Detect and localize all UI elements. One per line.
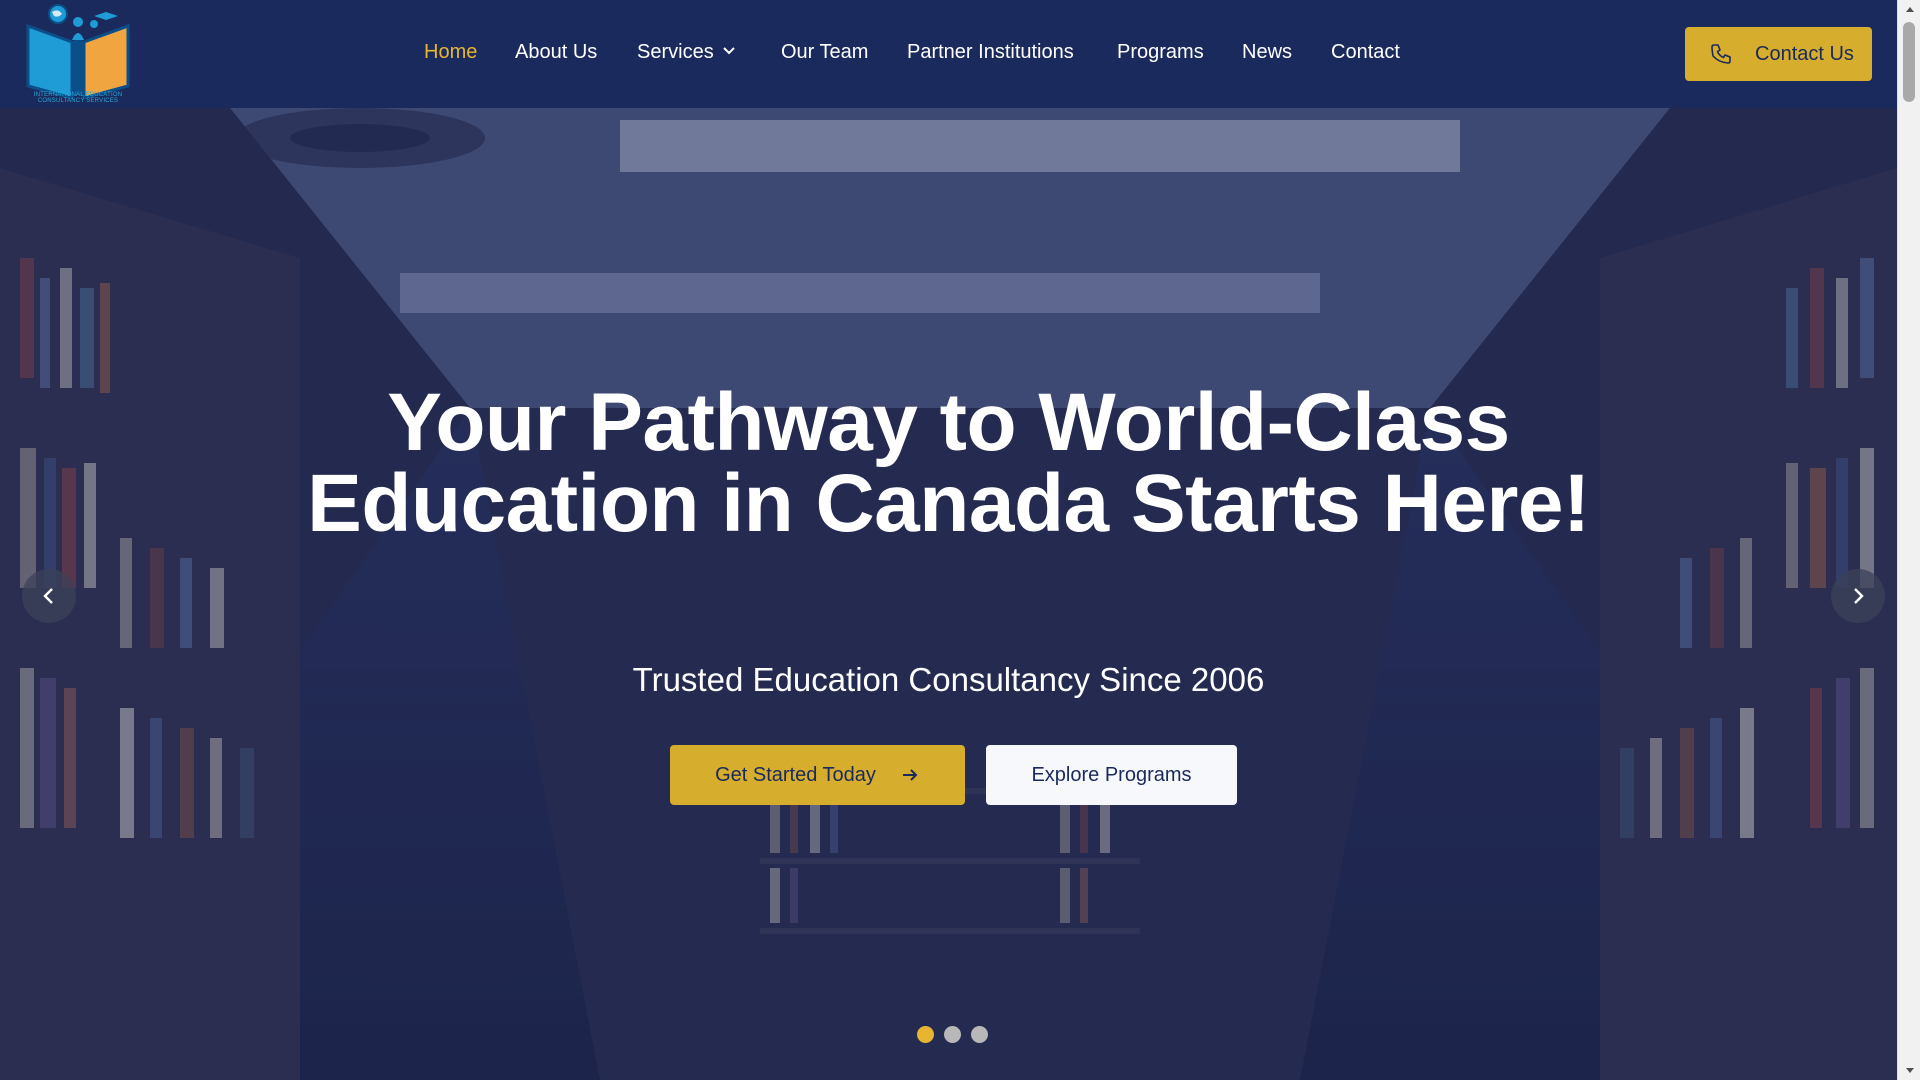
nav-services[interactable]: Services: [637, 41, 736, 64]
hero-carousel: Your Pathway to World-Class Education in…: [0, 108, 1897, 1080]
contact-us-label: Contact Us: [1755, 42, 1854, 65]
top-navbar: INTERNATIONAL EDUCATION CONSULTANCY SERV…: [0, 0, 1897, 108]
hero-title: Your Pathway to World-Class Education in…: [307, 377, 1590, 549]
carousel-prev-button[interactable]: [22, 569, 76, 623]
scroll-down-arrow-icon[interactable]: [1898, 1062, 1920, 1080]
explore-programs-button[interactable]: Explore Programs: [986, 745, 1237, 805]
nav-programs[interactable]: Programs: [1117, 41, 1204, 64]
chevron-down-icon: [722, 47, 735, 55]
nav-partner-institutions[interactable]: Partner Institutions: [907, 41, 1074, 64]
nav-our-team[interactable]: Our Team: [781, 41, 868, 64]
carousel-next-button[interactable]: [1831, 569, 1885, 623]
nav-about-us[interactable]: About Us: [515, 41, 597, 64]
scrollbar-thumb[interactable]: [1903, 22, 1915, 102]
carousel-indicators: [917, 1026, 998, 1044]
chevron-right-icon: [1854, 588, 1864, 604]
carousel-dot-2[interactable]: [944, 1026, 961, 1043]
site-logo[interactable]: INTERNATIONAL EDUCATION CONSULTANCY SERV…: [22, 2, 134, 106]
logo-text: INTERNATIONAL EDUCATION CONSULTANCY SERV…: [33, 92, 123, 104]
vertical-scrollbar[interactable]: [1897, 0, 1920, 1080]
get-started-label: Get Started Today: [715, 763, 876, 786]
scroll-up-arrow-icon[interactable]: [1898, 0, 1920, 18]
get-started-button[interactable]: Get Started Today: [670, 745, 965, 805]
nav-home[interactable]: Home: [424, 41, 477, 64]
nav-contact[interactable]: Contact: [1331, 41, 1400, 64]
open-book-globe-icon: [26, 4, 130, 100]
carousel-dot-1[interactable]: [917, 1026, 934, 1043]
hero-subtitle: Trusted Education Consultancy Since 2006: [632, 661, 1265, 698]
carousel-dot-3[interactable]: [971, 1026, 988, 1043]
nav-services-label: Services: [637, 41, 714, 63]
arrow-right-icon: [902, 769, 918, 781]
explore-programs-label: Explore Programs: [1031, 763, 1192, 786]
chevron-left-icon: [43, 588, 53, 604]
nav-news[interactable]: News: [1242, 41, 1292, 64]
hero-overlay: [0, 108, 1897, 1080]
phone-icon: [1711, 44, 1731, 64]
contact-us-button[interactable]: Contact Us: [1685, 27, 1872, 81]
